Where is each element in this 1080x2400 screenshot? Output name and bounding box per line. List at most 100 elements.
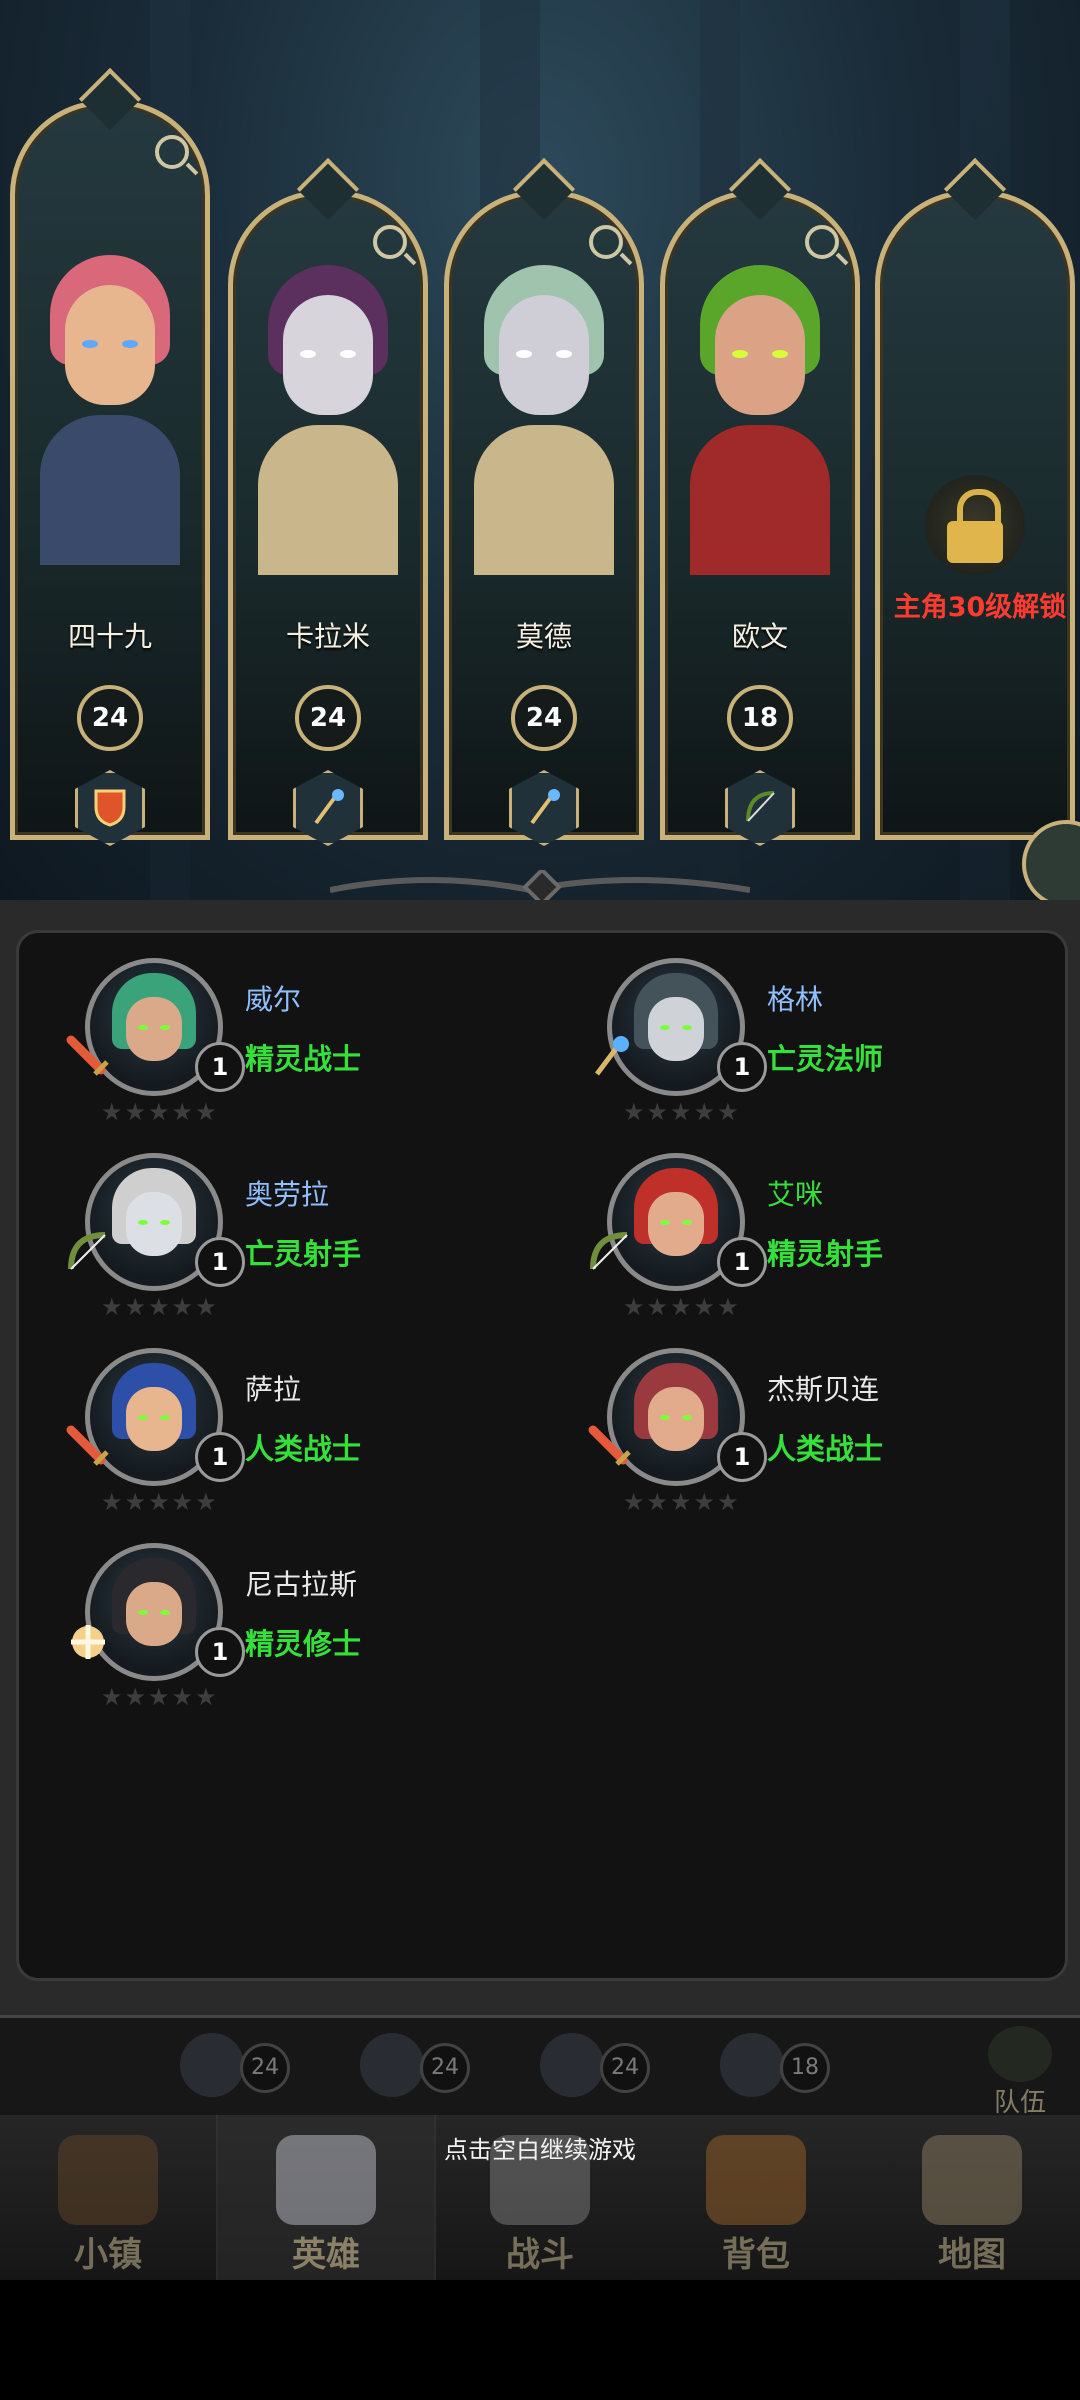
hero-portrait <box>690 255 830 575</box>
star-rating: ★★★★★ <box>623 1488 741 1516</box>
roster-hero-item[interactable]: 1 ★★★★★ 格林 亡灵法师 <box>557 958 1037 1138</box>
portrait-face <box>283 295 373 415</box>
avatar-face <box>126 1387 182 1451</box>
avatar-eye <box>138 1025 148 1030</box>
portrait-face <box>715 295 805 415</box>
nav-label: 战斗 <box>506 2235 574 2275</box>
unlock-requirement: 主角30级解锁 <box>893 592 1067 623</box>
staff-icon <box>587 1034 633 1080</box>
star-rating: ★★★★★ <box>623 1098 741 1126</box>
hero-name: 萨拉 <box>245 1373 302 1406</box>
hero-portrait <box>40 245 180 565</box>
hero-level: 1 <box>195 1627 245 1677</box>
card-crown <box>296 157 360 221</box>
team-button[interactable]: 队伍 <box>980 2026 1060 2118</box>
star-rating: ★★★★★ <box>101 1293 219 1321</box>
hero-level: 1 <box>195 1042 245 1092</box>
hero-level: 1 <box>717 1432 767 1482</box>
hero-name: 卡拉米 <box>285 620 370 653</box>
roster-hero-item[interactable]: 1 ★★★★★ 威尔 精灵战士 <box>35 958 515 1138</box>
divider-ornament <box>330 870 750 900</box>
hero-name: 尼古拉斯 <box>245 1568 358 1601</box>
hero-name: 格林 <box>767 983 824 1016</box>
hero-portrait <box>258 255 398 575</box>
mini-avatar <box>720 2033 784 2097</box>
roster-panel-frame: 1 ★★★★★ 威尔 精灵战士 1 ★★★★★ 格林 亡灵法师 1 ★★★★★ … <box>0 900 1080 2015</box>
portrait-body <box>474 425 614 575</box>
hero-level-badge: 18 <box>727 685 793 751</box>
party-hero-card[interactable]: 欧文 18 <box>660 157 860 846</box>
portrait-body <box>258 425 398 575</box>
team-member-mini[interactable]: 24 <box>360 2033 490 2103</box>
party-hero-card[interactable]: 莫德 24 <box>444 157 644 846</box>
avatar-eye <box>682 1220 692 1225</box>
magnify-icon[interactable] <box>589 225 623 259</box>
portrait-body <box>690 425 830 575</box>
magnify-icon[interactable] <box>373 225 407 259</box>
magnify-icon[interactable] <box>805 225 839 259</box>
hero-name: 欧文 <box>731 620 788 653</box>
team-label: 队伍 <box>993 2088 1046 2118</box>
mini-level: 24 <box>420 2043 470 2093</box>
nav-label: 英雄 <box>292 2235 360 2275</box>
team-strip[interactable]: 24 24 24 18 队伍 <box>0 2015 1080 2118</box>
hero-class: 亡灵射手 <box>245 1237 362 1271</box>
avatar-eye <box>160 1610 170 1615</box>
avatar-eye <box>660 1415 670 1420</box>
hero-name: 奥劳拉 <box>245 1178 330 1211</box>
hero-name: 四十九 <box>67 620 152 653</box>
magnify-icon[interactable] <box>155 135 189 169</box>
bow-icon <box>587 1229 633 1275</box>
roster-hero-item[interactable]: 1 ★★★★★ 萨拉 人类战士 <box>35 1348 515 1528</box>
hero-name: 杰斯贝连 <box>767 1373 880 1406</box>
roster-hero-item[interactable]: 1 ★★★★★ 杰斯贝连 人类战士 <box>557 1348 1037 1528</box>
avatar-eye <box>138 1415 148 1420</box>
avatar-eye <box>160 1220 170 1225</box>
portrait-eye <box>556 350 572 358</box>
hero-class: 人类战士 <box>767 1432 884 1466</box>
holy-icon <box>65 1619 111 1665</box>
avatar-face <box>126 1582 182 1646</box>
portrait-eye <box>732 350 748 358</box>
hero-level: 1 <box>717 1237 767 1287</box>
avatar-face <box>648 1192 704 1256</box>
avatar-eye <box>160 1025 170 1030</box>
nav-label: 小镇 <box>74 2235 142 2275</box>
team-member-mini[interactable]: 24 <box>180 2033 310 2103</box>
hero-portrait <box>474 255 614 575</box>
mini-avatar <box>180 2033 244 2097</box>
hero-class: 人类战士 <box>245 1432 362 1466</box>
hero-class: 精灵修士 <box>245 1627 362 1661</box>
hero-class: 精灵射手 <box>767 1237 884 1271</box>
roster-hero-item[interactable]: 1 ★★★★★ 奥劳拉 亡灵射手 <box>35 1153 515 1333</box>
avatar-face <box>648 1387 704 1451</box>
star-rating: ★★★★★ <box>101 1488 219 1516</box>
hero-roster-list: 1 ★★★★★ 威尔 精灵战士 1 ★★★★★ 格林 亡灵法师 1 ★★★★★ … <box>16 930 1068 1981</box>
sword-icon <box>65 1034 111 1080</box>
hero-level-badge: 24 <box>77 685 143 751</box>
party-hero-card[interactable]: 卡拉米 24 <box>228 157 428 846</box>
mini-level: 18 <box>780 2043 830 2093</box>
portrait-eye <box>516 350 532 358</box>
locked-hero-slot[interactable]: 主角30级解锁 <box>875 157 1075 840</box>
avatar-eye <box>160 1415 170 1420</box>
hero-level-badge: 24 <box>295 685 361 751</box>
roster-hero-item[interactable]: 1 ★★★★★ 艾咪 精灵射手 <box>557 1153 1037 1333</box>
party-hero-card[interactable]: 四十九 24 <box>10 67 210 846</box>
continue-hint: 点击空白继续游戏 <box>444 2136 636 2164</box>
staff-icon <box>293 770 363 846</box>
avatar-eye <box>138 1220 148 1225</box>
hero-class: 亡灵法师 <box>767 1042 884 1076</box>
roster-hero-item[interactable]: 1 ★★★★★ 尼古拉斯 精灵修士 <box>35 1543 515 1723</box>
hero-level: 1 <box>195 1237 245 1287</box>
hero-class: 精灵战士 <box>245 1042 362 1076</box>
portrait-eye <box>300 350 316 358</box>
team-member-mini[interactable]: 24 <box>540 2033 670 2103</box>
team-member-mini[interactable]: 18 <box>720 2033 850 2103</box>
hero-level: 1 <box>195 1432 245 1482</box>
avatar-face <box>126 997 182 1061</box>
nav-label: 地图 <box>938 2235 1006 2275</box>
avatar-face <box>126 1192 182 1256</box>
star-rating: ★★★★★ <box>623 1293 741 1321</box>
portrait-face <box>499 295 589 415</box>
